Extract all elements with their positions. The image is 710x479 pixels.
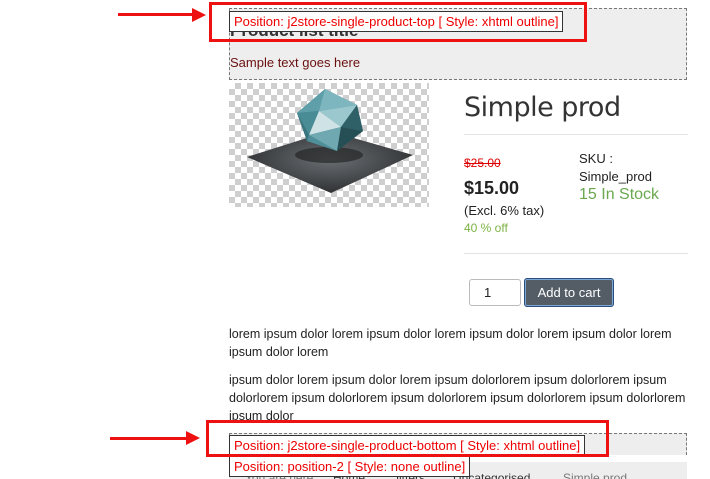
divider — [464, 134, 688, 135]
annotation-arrowhead-top — [192, 8, 206, 22]
add-to-cart-button[interactable]: Add to cart — [524, 278, 614, 307]
product-image[interactable] — [229, 83, 429, 207]
annotation-arrow-top — [118, 13, 198, 16]
description-paragraph: ipsum dolor lorem ipsum dolor lorem ipsu… — [229, 373, 686, 423]
divider — [464, 253, 688, 254]
tax-note: (Excl. 6% tax) — [464, 203, 545, 218]
quantity-input[interactable] — [469, 279, 521, 306]
description-paragraph: lorem ipsum dolor lorem ipsum dolor lore… — [229, 327, 672, 359]
module-text: Sample text goes here — [230, 55, 361, 70]
sku-value: Simple_prod — [579, 169, 652, 184]
annotation-arrowhead-bottom — [186, 431, 200, 445]
position-2-label: Position: position-2 [ Style: none outli… — [229, 456, 471, 477]
breadcrumb-item-current: Simple prod — [563, 471, 628, 479]
annotation-box-bottom — [206, 420, 609, 457]
sale-price: $15.00 — [464, 178, 520, 198]
discount-badge: 40 % off — [464, 221, 508, 235]
stock-status: 15 In Stock — [579, 186, 660, 203]
annotation-box-top — [209, 2, 587, 42]
sku-label: SKU : — [579, 151, 613, 166]
product-title: Simple prod — [464, 92, 621, 123]
old-price: $25.00 — [464, 156, 501, 170]
annotation-arrow-bottom — [110, 437, 190, 440]
icosahedron-render-icon — [247, 89, 413, 193]
